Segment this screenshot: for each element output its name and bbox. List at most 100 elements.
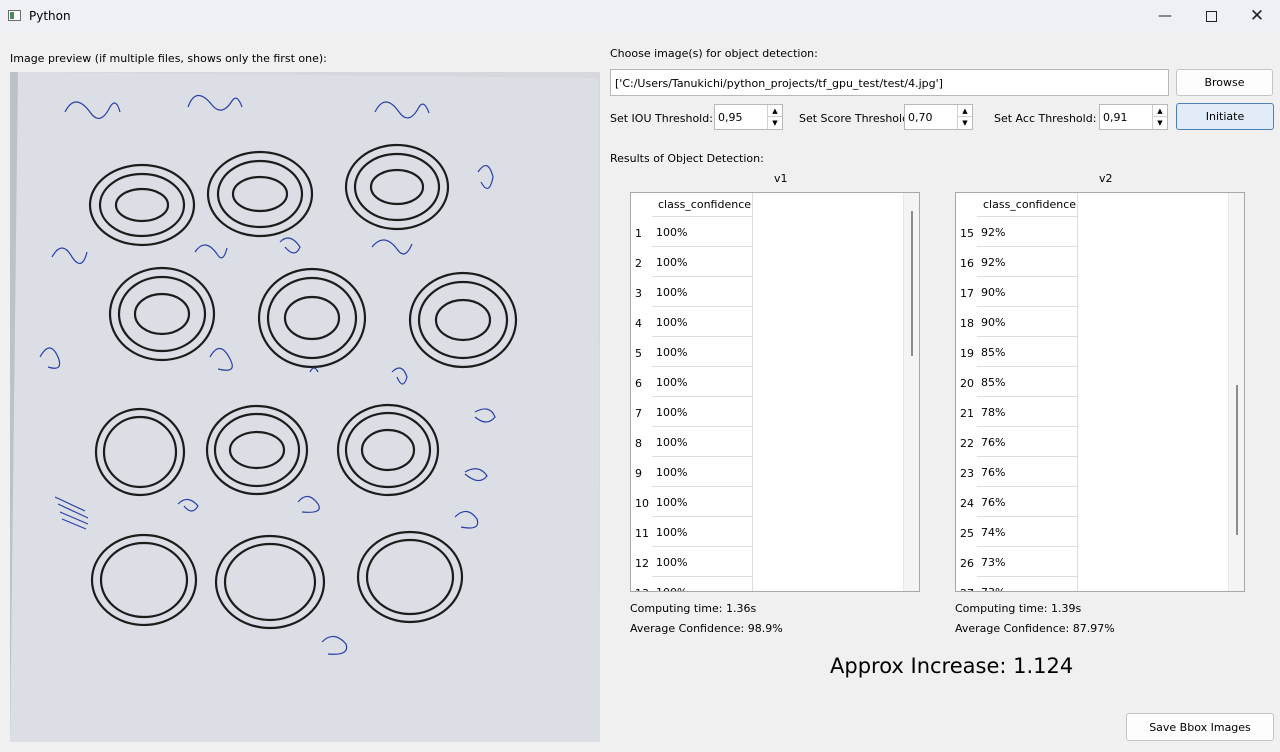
confidence-cell[interactable]: 100% (652, 277, 753, 307)
confidence-cell[interactable]: 73% (977, 547, 1078, 577)
spin-down-icon[interactable]: ▼ (1153, 117, 1167, 129)
table-row[interactable]: 1 100% (631, 217, 753, 247)
confidence-cell[interactable]: 100% (652, 547, 753, 577)
spin-up-icon[interactable]: ▲ (1153, 105, 1167, 117)
confidence-cell[interactable]: 100% (652, 217, 753, 247)
table-row[interactable]: 12 100% (631, 547, 753, 577)
table-row[interactable]: 2773% (956, 577, 1078, 591)
close-icon: ✕ (1249, 6, 1265, 26)
table-row[interactable]: 24 76% (956, 487, 1078, 517)
confidence-cell[interactable]: 74% (977, 517, 1078, 547)
window-title: Python (29, 9, 71, 23)
minimize-button[interactable]: — (1142, 0, 1188, 32)
row-number: 21 (960, 407, 974, 420)
close-button[interactable]: ✕ (1234, 0, 1280, 32)
scrollbar-thumb[interactable] (1236, 385, 1238, 535)
maximize-icon (1205, 10, 1217, 22)
row-number: 23 (960, 467, 974, 480)
table-row[interactable]: 13100% (631, 577, 753, 591)
table-row[interactable]: 16 92% (956, 247, 1078, 277)
confidence-cell[interactable]: 100% (652, 427, 753, 457)
table-row[interactable]: 8 100% (631, 427, 753, 457)
score-threshold-label: Set Score Threshold: (799, 112, 913, 125)
file-path-text: ['C:/Users/Tanukichi/python_projects/tf_… (615, 77, 943, 90)
confidence-cell[interactable]: 100% (652, 487, 753, 517)
confidence-cell[interactable]: 90% (977, 307, 1078, 337)
confidence-cell[interactable]: 76% (977, 457, 1078, 487)
row-number: 5 (635, 347, 642, 360)
confidence-cell[interactable]: 100% (652, 367, 753, 397)
row-number: 15 (960, 227, 974, 240)
iou-threshold-spinbox[interactable]: 0,95 ▲ ▼ (714, 104, 783, 130)
column-header[interactable]: class_confidence (977, 193, 1078, 217)
confidence-cell[interactable]: 92% (977, 217, 1078, 247)
save-bbox-images-button[interactable]: Save Bbox Images (1126, 713, 1274, 741)
initiate-button[interactable]: Initiate (1176, 103, 1274, 130)
table-row[interactable]: 7 100% (631, 397, 753, 427)
iou-threshold-value: 0,95 (718, 111, 743, 124)
table-row[interactable]: 26 73% (956, 547, 1078, 577)
v1-results-table[interactable]: class_confidence 1 100% 2 100% 3 100% 4 100% 5 10… (630, 192, 920, 592)
row-number: 24 (960, 497, 974, 510)
confidence-cell[interactable]: 100% (652, 577, 753, 591)
table-row[interactable]: 5 100% (631, 337, 753, 367)
table-row[interactable]: 18 90% (956, 307, 1078, 337)
table-row[interactable]: 6 100% (631, 367, 753, 397)
acc-threshold-spinbox[interactable]: 0,91 ▲ ▼ (1099, 104, 1168, 130)
confidence-cell[interactable]: 76% (977, 427, 1078, 457)
table-row[interactable]: 15 92% (956, 217, 1078, 247)
confidence-cell[interactable]: 100% (652, 517, 753, 547)
browse-button[interactable]: Browse (1176, 69, 1273, 96)
confidence-cell[interactable]: 76% (977, 487, 1078, 517)
table-row[interactable]: 25 74% (956, 517, 1078, 547)
spin-up-icon[interactable]: ▲ (958, 105, 972, 117)
table-row[interactable]: 20 85% (956, 367, 1078, 397)
row-number: 27 (960, 587, 974, 591)
confidence-cell[interactable]: 100% (652, 457, 753, 487)
confidence-cell[interactable]: 78% (977, 397, 1078, 427)
spin-up-icon[interactable]: ▲ (768, 105, 782, 117)
score-threshold-value: 0,70 (908, 111, 933, 124)
preview-label: Image preview (if multiple files, shows … (10, 52, 327, 65)
confidence-cell[interactable]: 100% (652, 307, 753, 337)
confidence-cell[interactable]: 92% (977, 247, 1078, 277)
row-number: 25 (960, 527, 974, 540)
table-row[interactable]: 21 78% (956, 397, 1078, 427)
row-number: 12 (635, 557, 649, 570)
table-row[interactable]: 23 76% (956, 457, 1078, 487)
row-number: 26 (960, 557, 974, 570)
confidence-cell[interactable]: 100% (652, 397, 753, 427)
row-number: 3 (635, 287, 642, 300)
confidence-cell[interactable]: 100% (652, 247, 753, 277)
table-row[interactable]: 9 100% (631, 457, 753, 487)
row-number: 9 (635, 467, 642, 480)
v2-results-table[interactable]: class_confidence 15 92% 16 92% 17 90% 18 90% 19 8… (955, 192, 1245, 592)
table-row[interactable]: 3 100% (631, 277, 753, 307)
confidence-cell[interactable]: 85% (977, 367, 1078, 397)
file-path-field[interactable]: ['C:/Users/Tanukichi/python_projects/tf_… (610, 69, 1169, 96)
table-row[interactable]: 17 90% (956, 277, 1078, 307)
table-row[interactable]: 2 100% (631, 247, 753, 277)
table-row[interactable]: 10 100% (631, 487, 753, 517)
row-number: 20 (960, 377, 974, 390)
v2-scrollbar[interactable] (1228, 193, 1244, 591)
confidence-cell[interactable]: 85% (977, 337, 1078, 367)
scrollbar-thumb[interactable] (911, 211, 913, 356)
maximize-button[interactable] (1188, 0, 1234, 32)
column-header[interactable]: class_confidence (652, 193, 753, 217)
table-row[interactable]: 22 76% (956, 427, 1078, 457)
confidence-cell[interactable]: 100% (652, 337, 753, 367)
row-number: 13 (635, 587, 649, 591)
v1-scrollbar[interactable] (903, 193, 919, 591)
confidence-cell[interactable]: 73% (977, 577, 1078, 591)
table-row[interactable]: 11 100% (631, 517, 753, 547)
table-row[interactable]: 19 85% (956, 337, 1078, 367)
confidence-cell[interactable]: 90% (977, 277, 1078, 307)
spin-down-icon[interactable]: ▼ (768, 117, 782, 129)
spin-down-icon[interactable]: ▼ (958, 117, 972, 129)
table-row[interactable]: 4 100% (631, 307, 753, 337)
v1-title: v1 (774, 172, 788, 185)
row-number: 6 (635, 377, 642, 390)
choose-images-label: Choose image(s) for object detection: (610, 47, 818, 60)
score-threshold-spinbox[interactable]: 0,70 ▲ ▼ (904, 104, 973, 130)
